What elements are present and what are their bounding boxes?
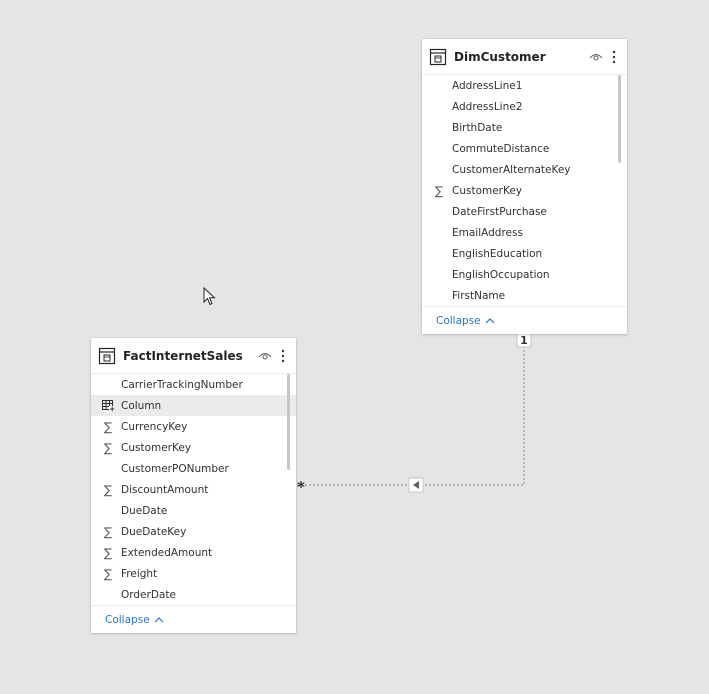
dim-customer-card[interactable]: DimCustomer AddressLine1 AddressLine2 Bi… — [422, 39, 627, 334]
field-name: AddressLine1 — [452, 79, 523, 92]
table-icon — [98, 347, 116, 364]
field-name: CustomerAlternateKey — [452, 163, 571, 176]
field-row[interactable]: Column — [91, 395, 296, 416]
field-row[interactable]: DueDate — [91, 500, 296, 521]
field-row[interactable]: CustomerAlternateKey — [422, 159, 627, 180]
sigma-icon: ∑ — [103, 524, 113, 539]
many-marker: * — [297, 478, 305, 496]
field-row[interactable]: EnglishEducation — [422, 243, 627, 264]
field-row[interactable]: CustomerPONumber — [91, 458, 296, 479]
field-row[interactable]: AddressLine1 — [422, 75, 627, 96]
field-row[interactable]: FirstName — [422, 285, 627, 306]
table-icon — [429, 48, 447, 65]
dim-customer-header[interactable]: DimCustomer — [422, 39, 627, 75]
collapse-link[interactable]: Collapse — [422, 306, 627, 335]
sigma-icon: ∑ — [434, 183, 444, 198]
calculated-column-icon — [101, 399, 115, 412]
field-row[interactable]: ∑ DiscountAmount — [91, 479, 296, 500]
field-name: EmailAddress — [452, 226, 523, 239]
field-row[interactable]: OrderDate — [91, 584, 296, 605]
field-name: EnglishEducation — [452, 247, 543, 260]
field-row[interactable]: AddressLine2 — [422, 96, 627, 117]
dim-customer-title: DimCustomer — [454, 49, 546, 64]
field-name: BirthDate — [452, 121, 503, 134]
field-name: DateFirstPurchase — [452, 205, 547, 218]
field-row[interactable]: EnglishOccupation — [422, 264, 627, 285]
sigma-icon: ∑ — [103, 545, 113, 560]
chevron-up-icon — [154, 617, 164, 623]
collapse-label: Collapse — [105, 614, 150, 626]
field-name: EnglishOccupation — [452, 268, 550, 281]
one-marker-box: 1 — [516, 332, 532, 348]
scrollbar[interactable] — [618, 75, 621, 163]
field-name: CustomerKey — [121, 441, 192, 454]
field-row[interactable]: CarrierTrackingNumber — [91, 374, 296, 395]
field-name: Column — [121, 399, 162, 412]
field-row[interactable]: EmailAddress — [422, 222, 627, 243]
field-name: CarrierTrackingNumber — [121, 378, 243, 391]
scrollbar[interactable] — [287, 374, 290, 470]
field-row[interactable]: ∑ CustomerKey — [422, 180, 627, 201]
sigma-icon: ∑ — [103, 440, 113, 455]
fact-internet-sales-card[interactable]: FactInternetSales CarrierTrackingNumber — [91, 338, 296, 633]
sigma-icon: ∑ — [103, 566, 113, 581]
field-name: DueDateKey — [121, 525, 187, 538]
field-row[interactable]: ∑ Freight — [91, 563, 296, 584]
field-name: CustomerPONumber — [121, 462, 229, 475]
field-row[interactable]: BirthDate — [422, 117, 627, 138]
field-row[interactable]: ∑ DueDateKey — [91, 521, 296, 542]
collapse-label: Collapse — [436, 315, 481, 327]
mouse-cursor-icon — [203, 287, 216, 306]
field-row[interactable]: CommuteDistance — [422, 138, 627, 159]
field-name: CommuteDistance — [452, 142, 550, 155]
field-name: CustomerKey — [452, 184, 523, 197]
field-name: DiscountAmount — [121, 483, 209, 496]
sigma-icon: ∑ — [103, 482, 113, 497]
field-name: Freight — [121, 567, 158, 580]
collapse-link[interactable]: Collapse — [91, 605, 296, 634]
field-name: DueDate — [121, 504, 168, 517]
visibility-eye-icon[interactable] — [256, 347, 274, 365]
fact-internet-sales-header[interactable]: FactInternetSales — [91, 338, 296, 374]
field-row[interactable]: ∑ ExtendedAmount — [91, 542, 296, 563]
field-row[interactable]: ∑ CustomerKey — [91, 437, 296, 458]
fact-internet-sales-title: FactInternetSales — [123, 348, 243, 363]
one-marker: 1 — [520, 334, 528, 347]
field-name: CurrencyKey — [121, 420, 188, 433]
visibility-eye-icon[interactable] — [587, 48, 605, 66]
field-row[interactable]: DateFirstPurchase — [422, 201, 627, 222]
fact-internet-sales-field-list[interactable]: CarrierTrackingNumber Column ∑ CurrencyKe… — [91, 374, 296, 605]
more-options-icon[interactable] — [274, 347, 292, 365]
more-options-icon[interactable] — [605, 48, 623, 66]
field-row[interactable]: ∑ CurrencyKey — [91, 416, 296, 437]
field-name: AddressLine2 — [452, 100, 523, 113]
sigma-icon: ∑ — [103, 419, 113, 434]
field-name: ExtendedAmount — [121, 546, 213, 559]
chevron-up-icon — [485, 318, 495, 324]
dim-customer-field-list[interactable]: AddressLine1 AddressLine2 BirthDate Comm… — [422, 75, 627, 306]
field-name: FirstName — [452, 289, 506, 302]
cross-filter-direction-icon — [408, 477, 424, 493]
field-name: OrderDate — [121, 588, 176, 601]
